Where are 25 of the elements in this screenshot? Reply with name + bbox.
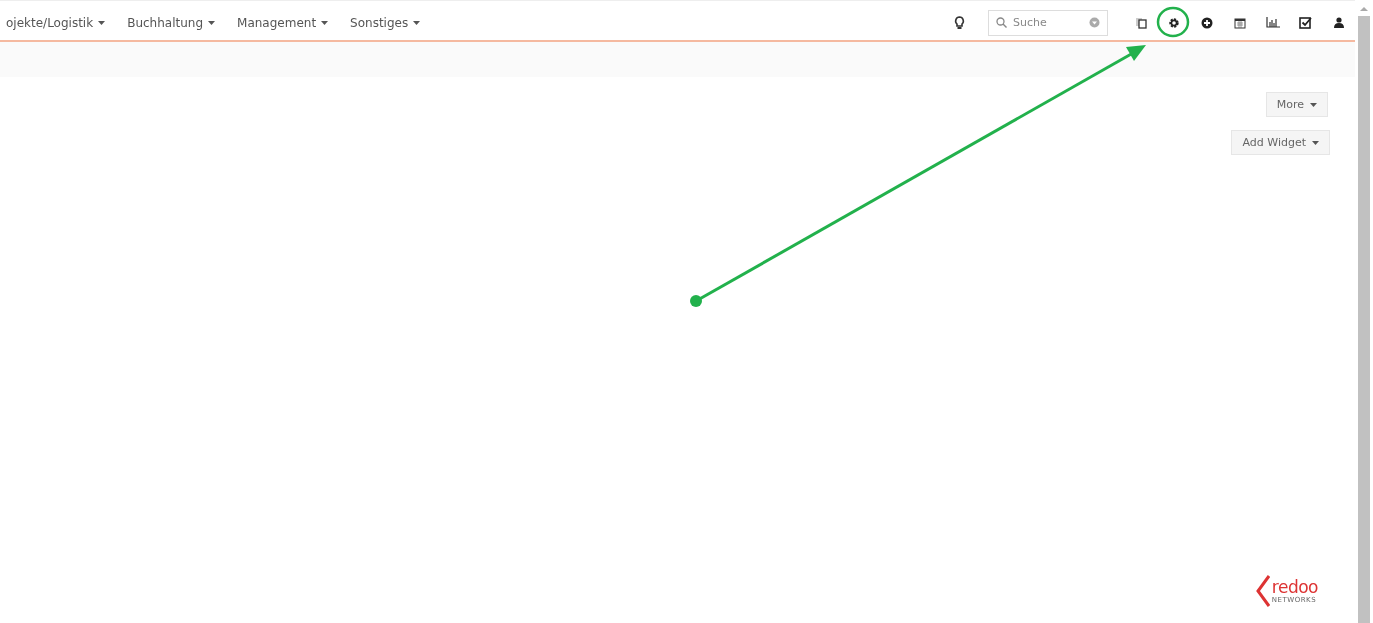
menu-item[interactable]: Buchhaltung bbox=[127, 15, 216, 30]
more-button[interactable]: More bbox=[1265, 92, 1328, 117]
add-widget-button[interactable]: Add Widget bbox=[1231, 130, 1330, 155]
documents-icon[interactable] bbox=[1134, 16, 1147, 29]
logo-icon bbox=[1255, 574, 1270, 608]
calendar-icon[interactable] bbox=[1233, 16, 1246, 29]
bar-chart-icon[interactable] bbox=[1265, 17, 1280, 28]
menu-item[interactable]: Sonstiges bbox=[350, 15, 421, 30]
menu-item[interactable]: Management bbox=[237, 15, 329, 30]
caret-icon bbox=[321, 20, 329, 25]
caret-icon bbox=[413, 20, 421, 25]
menu-item[interactable]: ojekte/Logistik bbox=[6, 15, 106, 30]
caret-icon bbox=[208, 20, 216, 25]
settings-icon[interactable] bbox=[1167, 16, 1180, 29]
highlight-circle bbox=[1156, 6, 1190, 38]
lightbulb-icon[interactable] bbox=[954, 15, 965, 30]
plus-circle-icon[interactable] bbox=[1200, 16, 1213, 29]
caret-icon bbox=[1310, 102, 1317, 107]
search-field[interactable]: Suche bbox=[988, 9, 1108, 36]
scrollbar-thumb[interactable] bbox=[1358, 16, 1370, 623]
user-icon[interactable] bbox=[1333, 17, 1344, 28]
checkbox-icon[interactable] bbox=[1299, 16, 1312, 29]
caret-icon bbox=[98, 20, 106, 25]
caret-icon bbox=[1312, 140, 1319, 145]
logo-name: redoo bbox=[1271, 578, 1318, 596]
